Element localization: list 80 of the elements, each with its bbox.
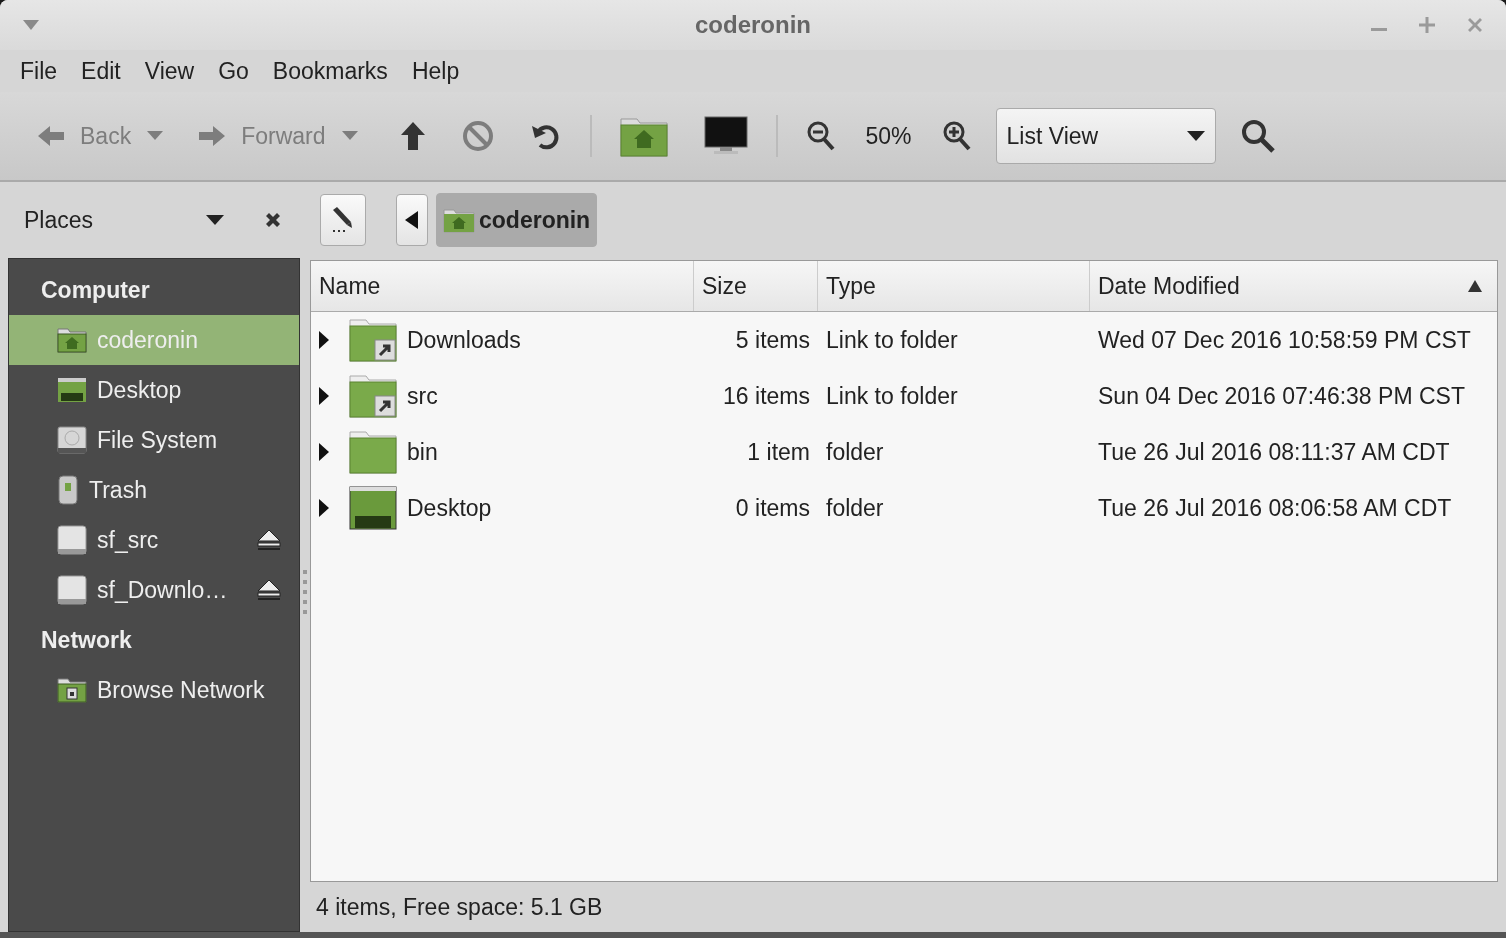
- sidebar-heading: Network: [40, 625, 133, 655]
- window-title: coderonin: [695, 11, 811, 39]
- folder-icon: [349, 430, 397, 474]
- sidebar-item-label: coderonin: [97, 326, 200, 354]
- expander-icon[interactable]: [319, 331, 329, 349]
- desktop-folder-icon: [349, 486, 397, 530]
- window-menu-icon[interactable]: [22, 19, 40, 31]
- home-folder-icon: [443, 207, 475, 233]
- sidebar-title: Places: [24, 206, 95, 234]
- close-icon[interactable]: [264, 211, 282, 229]
- network-folder-icon: [57, 677, 87, 703]
- view-dropdown[interactable]: List View: [995, 108, 1216, 164]
- column-header[interactable]: Name: [311, 261, 694, 311]
- type-cell-text: folder: [825, 438, 885, 466]
- expander-icon[interactable]: [319, 443, 329, 461]
- sort-ascending-icon: [1467, 279, 1483, 293]
- column-header[interactable]: Size: [694, 261, 818, 311]
- eject-icon[interactable]: [257, 579, 281, 601]
- sidebar-item-label: Browse Network: [97, 676, 266, 704]
- size-cell-text: 1 item: [746, 438, 811, 466]
- column-header[interactable]: Date Modified: [1090, 261, 1497, 311]
- date-cell-text: Wed 07 Dec 2016 10:58:59 PM CST: [1097, 326, 1472, 354]
- drive-icon: [57, 525, 87, 555]
- sidebar-item[interactable]: Trash: [9, 465, 299, 515]
- home-folder-icon[interactable]: [619, 115, 668, 157]
- sidebar-item-label: File System: [97, 426, 219, 454]
- search-icon[interactable]: [1239, 118, 1276, 154]
- status-text: 4 items, Free space: 5.1 GB: [316, 893, 603, 921]
- zoom-out-icon[interactable]: [805, 120, 836, 152]
- expander-icon[interactable]: [319, 499, 329, 517]
- date-cell-text: Sun 04 Dec 2016 07:46:38 PM CST: [1097, 382, 1466, 410]
- menu-item[interactable]: Bookmarks: [260, 57, 400, 85]
- file-name[interactable]: bin: [407, 438, 438, 466]
- path-back-button[interactable]: [396, 194, 428, 246]
- eject-icon[interactable]: [257, 529, 281, 551]
- caret-icon[interactable]: [206, 215, 224, 225]
- expander-icon[interactable]: [319, 387, 329, 405]
- sidebar-heading: Computer: [40, 275, 151, 305]
- left-triangle-icon: [405, 211, 419, 229]
- sidebar-item-label: Trash: [89, 476, 148, 504]
- file-name[interactable]: Downloads: [407, 326, 521, 354]
- date-cell-text: Tue 26 Jul 2016 08:06:58 AM CDT: [1097, 494, 1453, 522]
- menu-item[interactable]: Edit: [69, 57, 133, 85]
- sidebar-item[interactable]: sf_src: [9, 515, 299, 565]
- drive-icon: [57, 575, 87, 605]
- type-cell-text: Link to folder: [825, 326, 959, 354]
- type-cell-text: Link to folder: [825, 382, 959, 410]
- sidebar-item[interactable]: File System: [9, 415, 299, 465]
- up-arrow-icon[interactable]: [399, 121, 426, 151]
- home-folder-icon: [57, 327, 87, 353]
- column-header[interactable]: Type: [818, 261, 1090, 311]
- sidebar-item-label: Desktop: [97, 376, 183, 404]
- menu-item[interactable]: Help: [399, 57, 472, 85]
- date-cell-text: Tue 26 Jul 2016 08:11:37 AM CDT: [1097, 438, 1451, 466]
- menu-item[interactable]: View: [132, 57, 207, 85]
- folder-link-icon: [349, 318, 397, 362]
- left-arrow-icon: [36, 124, 66, 148]
- caret-icon: [1186, 131, 1205, 141]
- zoom-in-icon[interactable]: [941, 120, 972, 152]
- trash-icon: [57, 475, 79, 505]
- type-cell-text: folder: [825, 494, 885, 522]
- sidebar-item[interactable]: Desktop: [9, 365, 299, 415]
- sidebar-item-label: sf_Downlo…: [97, 576, 229, 604]
- file-name[interactable]: Desktop: [407, 494, 492, 522]
- desktop-folder-icon: [57, 377, 87, 403]
- file-name[interactable]: src: [407, 382, 438, 410]
- size-cell-text: 5 items: [734, 326, 811, 354]
- sidebar-item[interactable]: sf_Downlo…: [9, 565, 299, 615]
- hard-drive-icon: [57, 426, 87, 454]
- size-cell-text: 16 items: [722, 382, 811, 410]
- sidebar-item-label: sf_src: [97, 526, 160, 554]
- folder-link-icon: [349, 374, 397, 418]
- edit-location-button[interactable]: [320, 194, 366, 246]
- menu-item[interactable]: Go: [206, 57, 261, 85]
- size-cell-text: 0 items: [734, 494, 811, 522]
- zoom-level: 50%: [865, 122, 912, 150]
- sidebar-item[interactable]: Browse Network: [9, 665, 299, 715]
- monitor-icon[interactable]: [703, 116, 748, 156]
- menu-item[interactable]: File: [8, 57, 70, 85]
- path-button[interactable]: coderonin: [436, 193, 598, 247]
